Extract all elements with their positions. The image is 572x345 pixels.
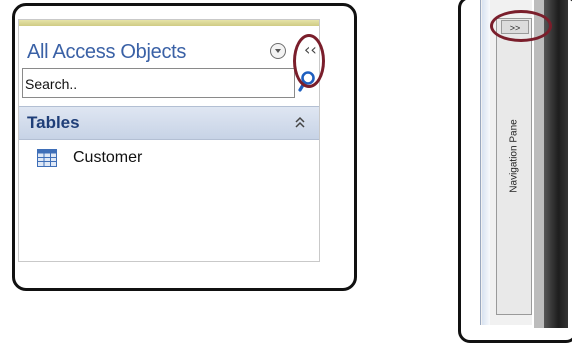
list-item[interactable]: Customer [19,146,319,176]
window-edge-dark [544,0,568,328]
group-title: Tables [27,113,80,132]
circle-chevron-down-icon[interactable] [270,43,286,59]
header-stripe [19,20,319,26]
expand-pane-button[interactable]: >> [501,20,529,34]
object-label: Customer [73,149,143,166]
collapse-pane-button[interactable]: ‹‹ [304,42,317,58]
double-chevron-up-icon[interactable] [294,115,306,131]
group-header-tables[interactable]: Tables [19,106,319,140]
magnifier-icon[interactable] [298,71,316,93]
search-input[interactable]: Search.. [22,68,295,98]
collapsed-pane-label: Navigation Pane [508,119,520,193]
pane-title[interactable]: All Access Objects [27,41,186,64]
table-icon [37,149,57,167]
search-input-value: Search.. [25,76,78,92]
navigation-pane-expanded: All Access Objects ‹‹ Search.. Tables Cu… [18,19,320,262]
window-edge-light [534,0,544,328]
pane-edge [482,0,490,325]
pane-header: All Access Objects ‹‹ [19,28,319,66]
